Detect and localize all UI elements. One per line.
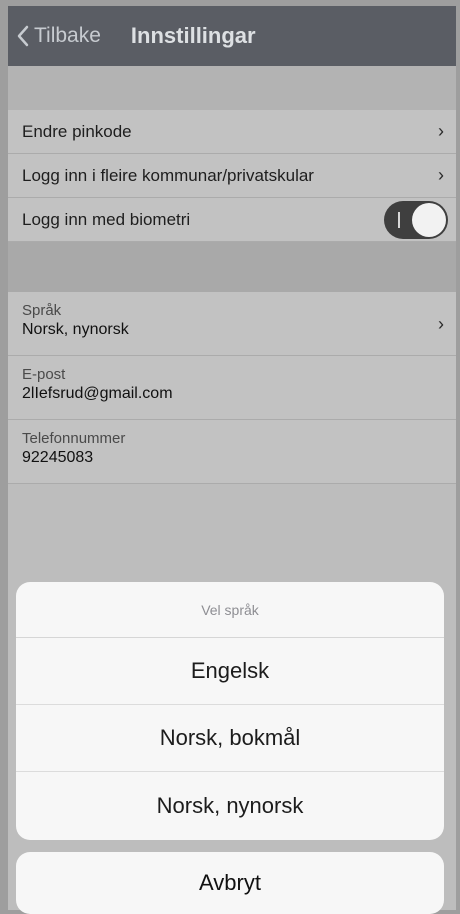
chevron-left-icon [17,25,29,47]
back-button[interactable]: Tilbake [8,24,101,48]
change-pin-row[interactable]: Endre pinkode › [8,110,456,154]
chevron-right-icon: › [438,121,444,141]
action-sheet-title: Vel språk [16,582,444,638]
section-spacer [8,66,456,110]
chevron-right-icon: › [438,165,444,185]
language-option-nynorsk[interactable]: Norsk, nynorsk [16,772,444,839]
cancel-button[interactable]: Avbryt [16,852,444,914]
email-label: E-post [22,366,66,383]
email-value: 2lIefsrud@gmail.com [22,385,173,402]
language-value: Norsk, nynorsk [22,321,129,338]
row-label: Logg inn med biometri [22,209,191,229]
back-label: Tilbake [34,24,101,47]
chevron-right-icon: › [438,314,444,334]
biometric-login-row: Logg inn med biometri [8,198,456,242]
row-label: Logg inn i fleire kommunar/privatskular [22,165,314,185]
row-label: Endre pinkode [22,121,132,141]
language-row[interactable]: Språk Norsk, nynorsk › [8,292,456,356]
email-row: E-post 2lIefsrud@gmail.com [8,356,456,420]
navigation-bar: Tilbake Innstillingar [8,6,456,66]
phone-frame: Tilbake Innstillingar Endre pinkode › Lo… [0,0,460,914]
language-option-english[interactable]: Engelsk [16,638,444,705]
page-title: Innstillingar [130,23,256,48]
language-label: Språk [22,302,62,319]
language-option-bokmal[interactable]: Norsk, bokmål [16,705,444,772]
phone-value: 92245083 [22,449,94,466]
toggle-knob [412,202,446,237]
language-action-sheet: Vel språk Engelsk Norsk, bokmål Norsk, n… [16,582,444,840]
section-spacer [8,242,456,292]
phone-label: Telefonnummer [22,430,126,447]
multi-municipality-login-row[interactable]: Logg inn i fleire kommunar/privatskular … [8,154,456,198]
biometric-toggle[interactable] [384,200,448,239]
phone-row: Telefonnummer 92245083 [8,420,456,484]
toggle-on-mark [398,211,400,228]
